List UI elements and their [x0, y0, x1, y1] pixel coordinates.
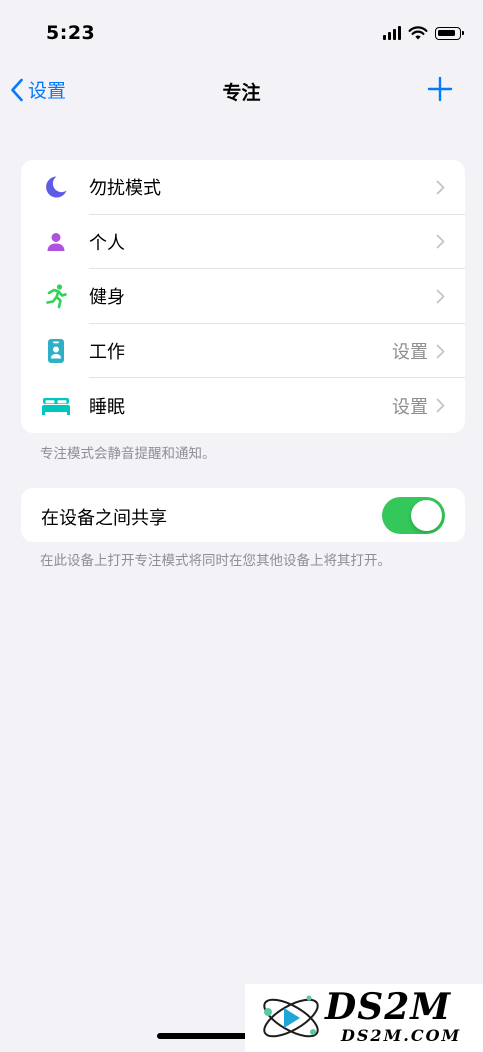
focus-row-sleep[interactable]: 睡眠 设置 [21, 378, 465, 433]
toggle-knob [411, 500, 442, 531]
bed-icon [42, 397, 70, 415]
focus-row-work[interactable]: 工作 设置 [21, 324, 465, 379]
navigation-bar: 设置 专注 [0, 70, 483, 114]
atom-logo-icon [263, 995, 319, 1038]
focus-row-label: 个人 [89, 232, 125, 254]
cellular-signal-icon [383, 26, 401, 40]
watermark-title: DS2M [325, 986, 452, 1028]
running-icon [46, 284, 67, 309]
chevron-right-icon [436, 234, 445, 249]
share-label: 在设备之间共享 [41, 508, 167, 529]
share-toggle[interactable] [382, 497, 445, 534]
focus-row-label: 健身 [89, 287, 125, 309]
page-title: 专注 [222, 82, 261, 104]
status-icons [383, 26, 464, 40]
focus-row-label: 睡眠 [89, 396, 125, 418]
chevron-right-icon [436, 398, 445, 413]
chevron-right-icon [436, 344, 445, 358]
share-across-devices-row: 在设备之间共享 [21, 488, 465, 542]
watermark-subtitle: DS2M.COM [341, 1026, 462, 1045]
focus-row-do-not-disturb[interactable]: 勿扰模式 [21, 160, 465, 215]
focus-row-detail: 设置 [392, 396, 428, 418]
status-bar: 5:23 [0, 0, 483, 70]
watermark-logo: DS2M DS2M.COM [245, 984, 483, 1052]
share-footnote: 在此设备上打开专注模式将同时在您其他设备上将其打开。 [40, 553, 391, 569]
focus-row-personal[interactable]: 个人 [21, 215, 465, 270]
battery-icon [435, 26, 464, 40]
status-time: 5:23 [46, 22, 96, 44]
chevron-right-icon [436, 289, 445, 304]
wifi-icon [408, 26, 428, 40]
focus-footnote: 专注模式会静音提醒和通知。 [40, 446, 216, 462]
focus-modes-list: 勿扰模式 个人 健身 工作 设置 睡眠 设置 [21, 160, 465, 433]
plus-icon [427, 76, 453, 102]
focus-row-detail: 设置 [392, 342, 428, 364]
focus-row-label: 勿扰模式 [89, 178, 161, 200]
chevron-right-icon [436, 180, 445, 195]
person-icon [47, 232, 65, 251]
moon-icon [46, 176, 67, 198]
id-badge-icon [48, 339, 64, 364]
focus-row-fitness[interactable]: 健身 [21, 269, 465, 324]
add-focus-button[interactable] [427, 76, 453, 106]
focus-row-label: 工作 [89, 342, 125, 364]
